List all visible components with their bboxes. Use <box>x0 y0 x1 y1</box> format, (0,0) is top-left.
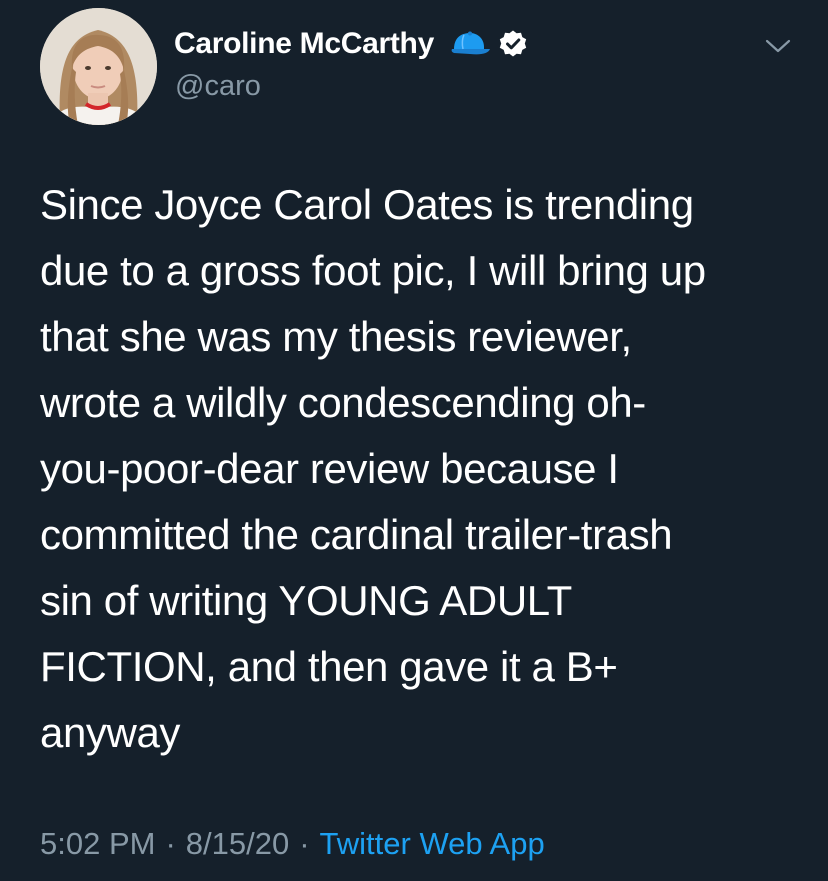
tweet-time[interactable]: 5:02 PM <box>40 826 155 861</box>
author-display-name[interactable]: Caroline McCarthy <box>174 27 434 61</box>
tweet-date[interactable]: 8/15/20 <box>186 826 289 861</box>
tweet-detail: Caroline McCarthy @caro Since Joyce Caro… <box>0 0 828 881</box>
metadata-separator: · <box>299 826 310 861</box>
tweet-source-link[interactable]: Twitter Web App <box>320 826 545 861</box>
author-name-row: Caroline McCarthy <box>174 24 528 64</box>
tweet-metadata: 5:02 PM · 8/15/20 · Twitter Web App <box>40 820 545 868</box>
chevron-down-icon[interactable] <box>762 30 794 62</box>
metadata-separator: · <box>165 826 176 861</box>
avatar[interactable] <box>40 8 157 125</box>
author-handle[interactable]: @caro <box>175 70 261 103</box>
profile-photo-icon <box>40 8 157 125</box>
baseball-cap-icon <box>446 31 492 57</box>
tweet-text: Since Joyce Carol Oates is trending due … <box>40 181 706 756</box>
verified-icon <box>498 29 528 59</box>
